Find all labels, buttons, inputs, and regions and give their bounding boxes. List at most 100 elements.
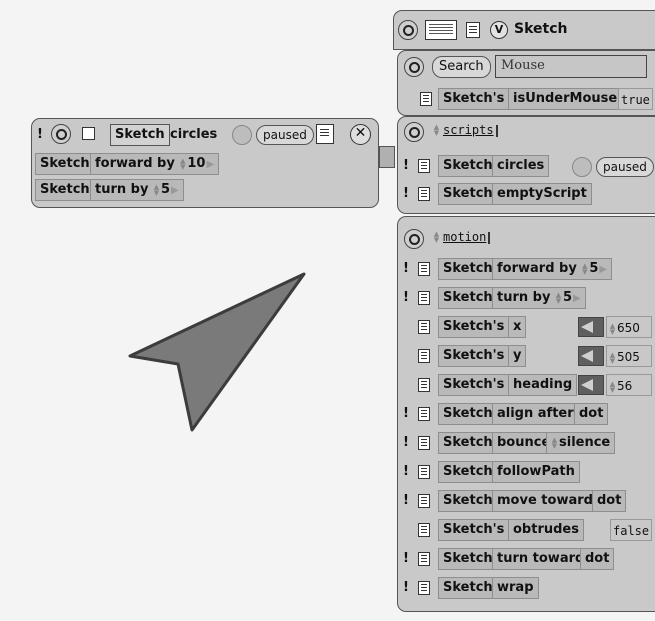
search-button[interactable]: Search (432, 56, 491, 78)
close-icon[interactable]: ✕ (350, 124, 371, 145)
slot-tile[interactable]: heading (508, 374, 578, 396)
command-tile[interactable]: turn toward (492, 548, 590, 570)
command-object-tile[interactable]: Sketch (438, 432, 498, 454)
viewer-menu-button[interactable] (398, 20, 418, 40)
arrows-icon[interactable]: ▲ ▼ (555, 291, 562, 304)
viewer-title[interactable]: Sketch (514, 21, 567, 37)
slot-value[interactable]: ▲ ▼ 650 (606, 316, 652, 338)
arrows-icon[interactable]: ▲ ▼ (581, 262, 588, 275)
command-object-tile[interactable]: Sketch (438, 548, 498, 570)
fire-script-button[interactable]: ! (34, 124, 46, 146)
script-name[interactable]: circles (170, 124, 217, 146)
tile-icon[interactable] (418, 187, 430, 201)
fire-button[interactable]: ! (400, 461, 412, 483)
getter-object-tile[interactable]: Sketch's (438, 345, 510, 367)
command-object-tile[interactable]: Sketch (438, 258, 498, 280)
arrows-icon[interactable]: ▲ ▼ (153, 183, 160, 196)
clock-icon[interactable] (572, 157, 592, 177)
script-status-button[interactable]: paused (256, 125, 314, 145)
tile-icon[interactable] (418, 581, 430, 595)
command-arg[interactable]: 5 (589, 261, 598, 276)
slot-number[interactable]: 650 (617, 321, 640, 335)
script-status-button[interactable]: paused (596, 157, 654, 177)
getter-object-tile[interactable]: Sketch's (438, 519, 510, 541)
slot-number[interactable]: 505 (617, 350, 640, 364)
getter-object-tile[interactable]: Sketch's (438, 316, 510, 338)
command-tile[interactable]: move toward (492, 490, 598, 512)
slot-tile[interactable]: isUnderMouse (508, 88, 623, 110)
tile-icon[interactable] (418, 407, 430, 421)
command-arg-tile[interactable]: dot (592, 490, 627, 512)
setter-arrow-icon[interactable] (578, 346, 604, 366)
command-object-tile[interactable]: Sketch (438, 287, 498, 309)
extend-arrow-icon[interactable]: ▶ (573, 293, 581, 304)
slot-tile[interactable]: x (508, 316, 527, 338)
slot-number[interactable]: 56 (617, 379, 632, 393)
command-tile-turn[interactable]: turn by ▲ ▼ 5▶ (90, 179, 184, 201)
tile-icon[interactable] (418, 378, 430, 392)
script-owner-tile[interactable]: Sketch (110, 124, 170, 146)
fire-button[interactable]: ! (400, 490, 412, 512)
tile-icon[interactable] (418, 159, 430, 173)
command-arg-tile[interactable]: dot (574, 403, 609, 425)
command-tile[interactable]: forward by ▲ ▼ 5▶ (492, 258, 613, 280)
category-arrows-icon[interactable]: ▲ ▼ (433, 124, 440, 137)
search-menu-button[interactable] (404, 57, 424, 77)
connector-handle[interactable] (379, 146, 395, 168)
object-menu-button[interactable] (51, 124, 71, 144)
script-tile-panel[interactable]: ! Sketch circles paused ✕ Sketch forward… (31, 118, 379, 208)
fire-button[interactable]: ! (400, 258, 412, 280)
slot-tile[interactable]: obtrudes (508, 519, 584, 541)
collapse-checkbox[interactable] (82, 127, 95, 140)
command-tile-forward[interactable]: forward by ▲ ▼ 10▶ (90, 153, 220, 175)
command-tile[interactable]: emptyScript (492, 183, 592, 205)
tile-icon[interactable] (418, 436, 430, 450)
command-arg-tile[interactable]: ▲ ▼ silence (546, 432, 616, 454)
fire-button[interactable]: ! (400, 287, 412, 309)
command-object-tile[interactable]: Sketch (35, 153, 95, 175)
fire-button[interactable]: ! (400, 403, 412, 425)
slot-value[interactable]: ▲ ▼ 505 (606, 345, 652, 367)
arrows-icon[interactable]: ▲ ▼ (609, 380, 616, 393)
fire-button[interactable]: ! (400, 548, 412, 570)
fire-button[interactable]: ! (400, 577, 412, 599)
fire-button[interactable]: ! (400, 183, 412, 205)
getter-object-tile[interactable]: Sketch's (438, 88, 510, 110)
command-tile[interactable]: wrap (492, 577, 539, 599)
fire-button[interactable]: ! (400, 432, 412, 454)
tile-icon[interactable] (466, 22, 480, 38)
tile-icon[interactable] (418, 349, 430, 363)
extend-arrow-icon[interactable]: ▶ (206, 159, 214, 170)
clock-icon[interactable] (232, 125, 252, 145)
search-input[interactable]: Mouse (495, 55, 647, 78)
command-arg-tile[interactable]: dot (580, 548, 615, 570)
tile-icon[interactable] (418, 494, 430, 508)
slot-value[interactable]: false (610, 519, 653, 541)
command-object-tile[interactable]: Sketch (438, 183, 498, 205)
slot-value[interactable]: true (618, 88, 653, 110)
command-object-tile[interactable]: Sketch (438, 490, 498, 512)
fire-button[interactable]: ! (400, 155, 412, 177)
arrows-icon[interactable]: ▲ ▼ (609, 322, 616, 335)
command-object-tile[interactable]: Sketch (438, 403, 498, 425)
tile-icon[interactable] (418, 465, 430, 479)
category-arrows-icon[interactable]: ▲ ▼ (433, 231, 440, 244)
command-arg[interactable]: 5 (563, 290, 572, 305)
command-tile[interactable]: turn by ▲ ▼ 5▶ (492, 287, 586, 309)
command-tile[interactable]: align after (492, 403, 579, 425)
slot-tile[interactable]: y (508, 345, 527, 367)
tile-icon[interactable] (418, 262, 430, 276)
setter-arrow-icon[interactable] (578, 317, 604, 337)
script-menu-icon[interactable] (316, 124, 334, 144)
command-object-tile[interactable]: Sketch (438, 461, 498, 483)
command-tile[interactable]: circles (492, 155, 550, 177)
extend-arrow-icon[interactable]: ▶ (171, 185, 179, 196)
command-value[interactable]: 10 (187, 156, 205, 171)
arrows-icon[interactable]: ▲ ▼ (609, 351, 616, 364)
command-tile[interactable]: followPath (492, 461, 580, 483)
thumbnail-icon[interactable] (425, 20, 457, 40)
setter-arrow-icon[interactable] (578, 375, 604, 395)
arrows-icon[interactable]: ▲ ▼ (179, 157, 186, 170)
tile-icon[interactable] (420, 92, 432, 106)
arrows-icon[interactable]: ▲ ▼ (551, 436, 558, 449)
